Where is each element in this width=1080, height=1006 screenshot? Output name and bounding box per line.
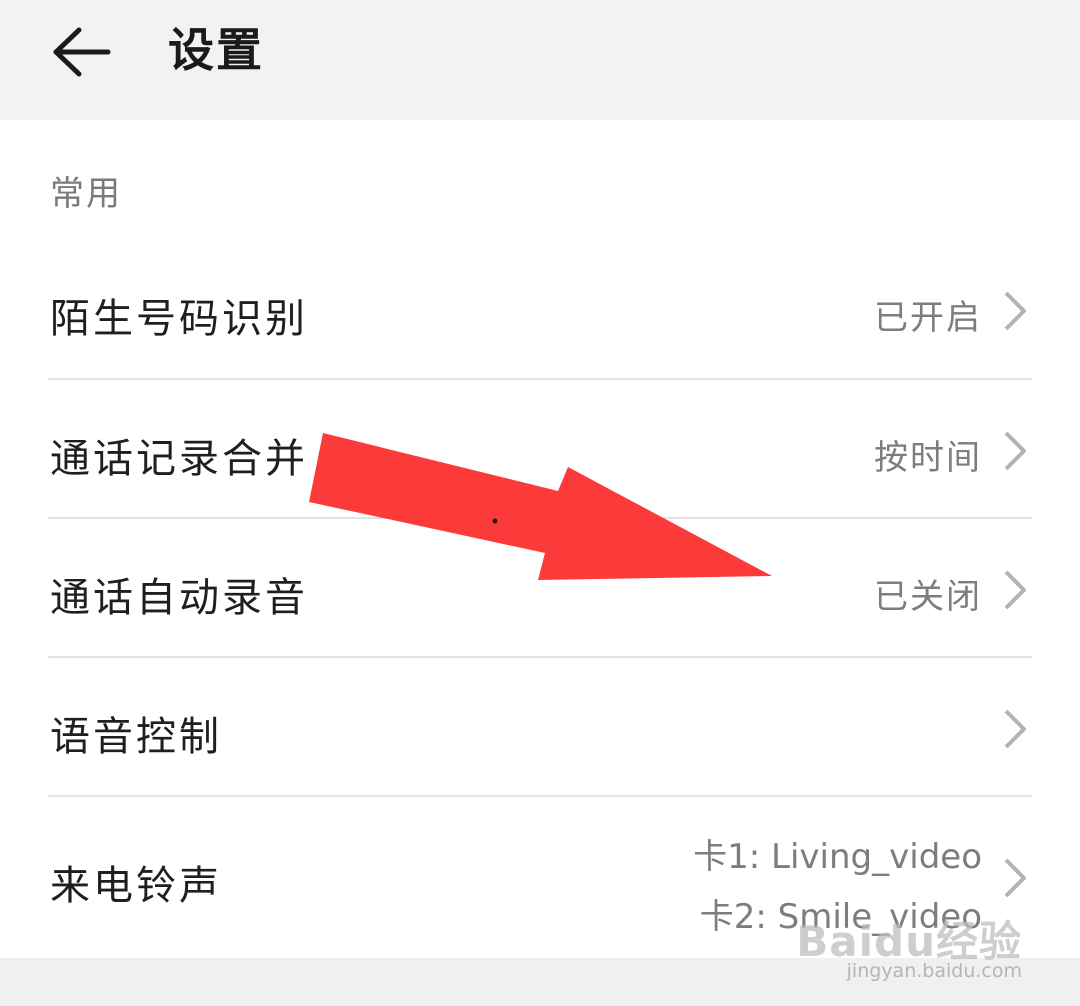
baidu-jingyan-watermark: Baidu经验 jingyan.baidu.com [796,908,1022,988]
chevron-right-icon [1004,570,1026,610]
page-title: 设置 [168,23,264,77]
chevron-right-icon [1004,291,1026,331]
setting-label: 通话记录合并 [50,436,308,482]
setting-label: 来电铃声 [50,863,222,909]
chevron-right-icon [1004,858,1026,898]
setting-label: 通话自动录音 [50,575,308,621]
back-button[interactable] [40,14,124,90]
setting-label: 陌生号码识别 [50,296,308,342]
ringtone-sim1: 卡1: Living_video [693,837,982,877]
setting-value: 按时间 [874,438,982,478]
chevron-right-icon [1004,709,1026,749]
watermark-url: jingyan.baidu.com [846,960,1022,982]
section-header-common: 常用 [50,174,122,214]
setting-value: 已开启 [874,298,982,338]
setting-auto-call-recording[interactable]: 通话自动录音 已关闭 [0,519,1080,657]
setting-label: 语音控制 [50,714,222,760]
arrow-left-icon [53,27,111,77]
setting-call-log-merge[interactable]: 通话记录合并 按时间 [0,380,1080,518]
setting-value: 已关闭 [874,577,982,617]
setting-unknown-number-identification[interactable]: 陌生号码识别 已开启 [0,240,1080,380]
top-app-bar: 设置 [0,0,1080,120]
chevron-right-icon [1004,431,1026,471]
setting-voice-control[interactable]: 语音控制 [0,658,1080,796]
